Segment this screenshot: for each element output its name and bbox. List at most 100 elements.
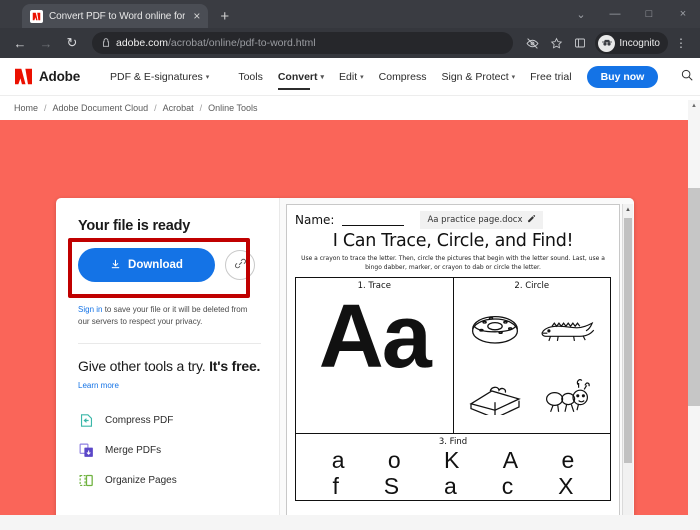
- nav-label: PDF & E-signatures: [110, 70, 203, 83]
- nav-item-tools[interactable]: Tools: [238, 58, 263, 96]
- tool-item-merge-pdfs[interactable]: Merge PDFs: [78, 442, 261, 459]
- incognito-label: Incognito: [619, 37, 660, 49]
- copy-link-button[interactable]: [225, 250, 255, 280]
- find-letter: e: [561, 447, 575, 473]
- name-label: Name:: [295, 213, 335, 227]
- privacy-fineprint: Sign in to save your file or it will be …: [78, 304, 261, 327]
- minimize-icon[interactable]: —: [598, 0, 632, 28]
- tool-label: Organize Pages: [105, 474, 177, 486]
- tool-item-compress-pdf[interactable]: Compress PDF: [78, 412, 261, 429]
- address-bar[interactable]: adobe.com/acrobat/online/pdf-to-word.htm…: [92, 32, 514, 54]
- incognito-avatar-icon: [598, 34, 616, 52]
- nav-item-compress[interactable]: Compress: [379, 58, 427, 96]
- browser-title-bar: Convert PDF to Word online for × + ⌄ — □…: [0, 0, 700, 28]
- pie-slice-icon: [458, 361, 532, 429]
- breadcrumb-item-online-tools[interactable]: Online Tools: [208, 103, 257, 113]
- nav-label: Compress: [378, 70, 427, 83]
- eye-slash-icon[interactable]: [521, 32, 543, 54]
- file-ready-title: Your file is ready: [78, 218, 191, 234]
- site-navigation-bar: Adobe PDF & E-signatures ▾ Tools Convert…: [0, 58, 700, 96]
- section-circle-title: 2. Circle: [514, 281, 550, 291]
- chevron-down-icon: ▾: [205, 73, 210, 81]
- reload-icon[interactable]: ↻: [60, 31, 84, 55]
- section-find: 3. Find a o K A e f S a c X: [296, 433, 610, 500]
- close-window-icon[interactable]: ×: [666, 0, 700, 28]
- document-scrollbar-thumb[interactable]: [624, 218, 632, 463]
- adobe-site: Adobe PDF & E-signatures ▾ Tools Convert…: [0, 58, 700, 530]
- restore-down-icon[interactable]: ⌄: [564, 0, 598, 28]
- nav-item-free-trial[interactable]: Free trial: [530, 58, 571, 96]
- result-card: Your file is ready Download Sign in to s…: [56, 198, 634, 530]
- browser-toolbar: ← → ↻ adobe.com/acrobat/online/pdf-to-wo…: [0, 28, 700, 58]
- bookmark-star-icon[interactable]: [545, 32, 567, 54]
- nav-item-convert[interactable]: Convert ▾: [277, 58, 325, 96]
- nav-label: Tools: [238, 70, 263, 83]
- lock-icon: [102, 37, 110, 49]
- tab-close-icon[interactable]: ×: [191, 10, 202, 22]
- section-find-title: 3. Find: [438, 437, 468, 447]
- adobe-favicon: [30, 9, 43, 23]
- side-panel-icon[interactable]: [569, 32, 591, 54]
- breadcrumb-item-acrobat[interactable]: Acrobat: [163, 103, 194, 113]
- find-letter: a: [444, 473, 457, 500]
- search-icon[interactable]: [680, 68, 694, 85]
- back-icon[interactable]: ←: [8, 31, 32, 55]
- merge-pdfs-icon: [78, 442, 95, 459]
- page-scrollbar-thumb[interactable]: [688, 188, 700, 406]
- sign-in-inline-link[interactable]: Sign in: [78, 305, 102, 314]
- pencil-icon[interactable]: [527, 214, 536, 226]
- link-icon: [234, 257, 247, 273]
- circle-pictures: [454, 291, 611, 431]
- file-name-chip[interactable]: Aa practice page.docx: [420, 211, 544, 229]
- tab-title: Convert PDF to Word online for: [49, 10, 186, 22]
- nav-item-sign-protect[interactable]: Sign & Protect ▾: [442, 58, 516, 96]
- panel-divider: [78, 343, 261, 345]
- name-blank-line: [342, 214, 405, 226]
- forward-icon[interactable]: →: [34, 31, 58, 55]
- download-icon: [110, 258, 121, 273]
- breadcrumb-item-home[interactable]: Home: [14, 103, 38, 113]
- chevron-down-icon: ▾: [320, 73, 325, 81]
- url-path: /acrobat/online/pdf-to-word.html: [167, 37, 316, 49]
- buy-now-button[interactable]: Buy now: [586, 65, 659, 88]
- breadcrumb-separator: /: [199, 103, 203, 113]
- find-letter: S: [383, 473, 400, 500]
- download-button[interactable]: Download: [78, 248, 215, 282]
- worksheet-name-row: Name: Aa practice page.docx: [295, 211, 611, 229]
- other-tools-list: Compress PDF Merge PDFs Organize Pages: [78, 412, 261, 489]
- tool-item-organize-pages[interactable]: Organize Pages: [78, 472, 261, 489]
- find-letter: X: [558, 473, 574, 500]
- browser-tab[interactable]: Convert PDF to Word online for ×: [22, 4, 209, 28]
- nav-item-edit[interactable]: Edit ▾: [339, 58, 364, 96]
- browser-menu-icon[interactable]: ⋮: [670, 32, 692, 54]
- find-row-1: a o K A e: [296, 447, 610, 473]
- fineprint-rest: to save your file or it will be deleted …: [78, 305, 248, 326]
- find-row-2: f S a c X: [296, 473, 610, 499]
- adobe-logo[interactable]: Adobe: [14, 68, 80, 85]
- scroll-up-icon[interactable]: ▲: [623, 204, 633, 216]
- find-letter: A: [502, 447, 519, 473]
- worksheet-title: I Can Trace, Circle, and Find!: [332, 231, 574, 251]
- incognito-indicator[interactable]: Incognito: [595, 32, 668, 54]
- file-name-text: Aa practice page.docx: [427, 215, 523, 225]
- nav-item-pdf-esignatures[interactable]: PDF & E-signatures ▾: [110, 58, 209, 96]
- page-scroll-up-icon[interactable]: ▲: [688, 100, 700, 112]
- page-scrollbar[interactable]: ▲ ▼: [688, 100, 700, 530]
- maximize-icon[interactable]: □: [632, 0, 666, 28]
- other-tools-title-normal: Give other tools a try.: [78, 358, 210, 375]
- breadcrumb-separator: /: [154, 103, 157, 113]
- adobe-mark-icon: [15, 68, 32, 85]
- organize-pages-icon: [78, 472, 95, 489]
- download-area: Download: [68, 238, 261, 298]
- document-scrollbar[interactable]: ▲ ▼: [622, 204, 633, 530]
- learn-more-link[interactable]: Learn more: [78, 381, 261, 390]
- download-button-label: Download: [128, 259, 183, 271]
- section-circle: 2. Circle: [454, 278, 611, 433]
- worksheet: Name: Aa practice page.docx I Can Trace,…: [287, 205, 619, 501]
- other-tools-title: Give other tools a try. It's free.: [78, 358, 261, 376]
- breadcrumb: Home / Adobe Document Cloud / Acrobat / …: [0, 96, 700, 120]
- tool-label: Merge PDFs: [105, 444, 162, 456]
- page-bottom-strip: [0, 515, 700, 530]
- breadcrumb-item-adobe-document-cloud[interactable]: Adobe Document Cloud: [53, 103, 149, 113]
- new-tab-button[interactable]: +: [220, 8, 229, 25]
